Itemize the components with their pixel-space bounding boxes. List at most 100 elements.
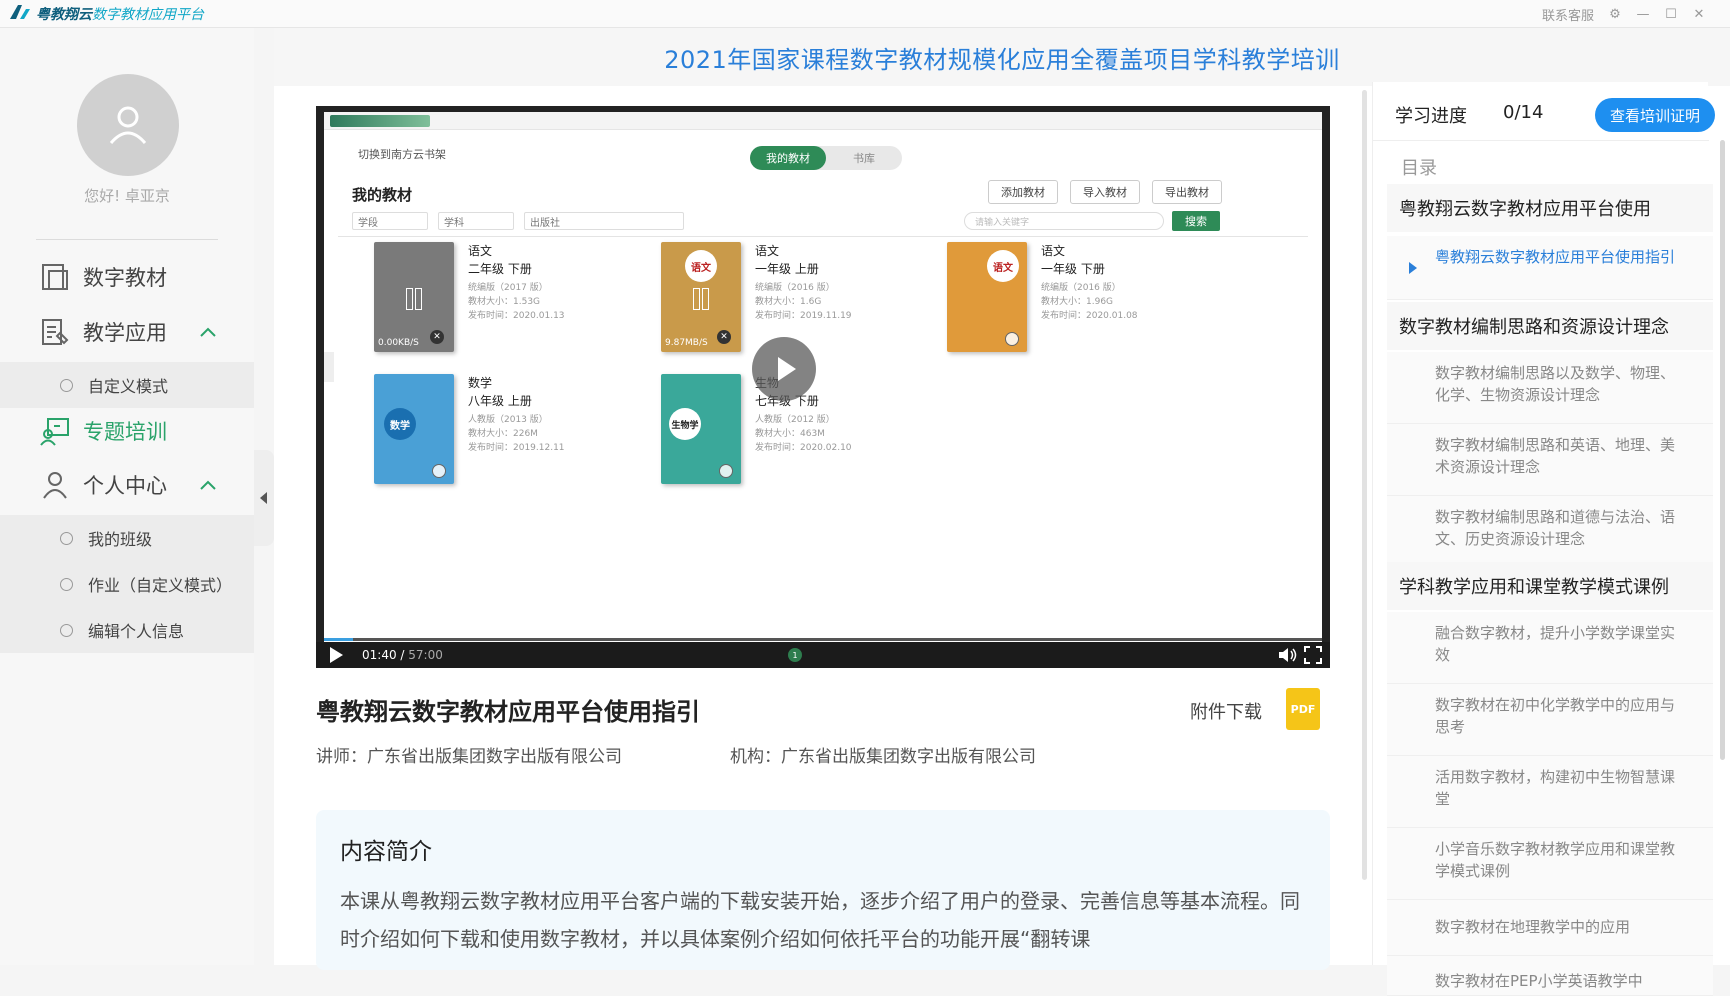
toc-lesson[interactable]: 数字教材在PEP小学英语教学中 (1387, 956, 1713, 996)
book-subject: 语文 (468, 244, 493, 258)
lecturer-text: 讲师：广东省出版集团数字出版有限公司 (316, 747, 622, 767)
app-name-main: 粤教翔云 (36, 7, 92, 23)
nav-label: 教学应用 (83, 321, 167, 345)
big-play-icon[interactable] (752, 337, 816, 401)
gear-icon[interactable]: ⚙ (1608, 7, 1622, 22)
trash-icon (432, 464, 446, 478)
sub-item-edit-profile[interactable]: 编辑个人信息 (0, 607, 254, 653)
current-time: 01:40 (362, 648, 397, 662)
toc-lesson-title: 数字教材编制思路和英语、地理、美术资源设计理念 (1435, 436, 1676, 476)
book-grade: 一年级 下册 (1041, 262, 1105, 276)
video-search-input: 请输入关键字 (964, 212, 1164, 230)
sub-label: 自定义模式 (88, 377, 169, 396)
right-panel: 学习进度 0/14 查看培训证明 目录 粤教翔云数字教材应用平台使用 粤教翔云数… (1372, 82, 1715, 996)
video-side-arrow (324, 352, 334, 382)
video-add-button: 添加教材 (988, 180, 1058, 204)
toc-lesson-title: 数字教材编制思路以及数学、物理、化学、生物资源设计理念 (1435, 364, 1676, 404)
sub-item-custom-mode[interactable]: 自定义模式 (0, 362, 254, 408)
pdf-icon[interactable]: PDF (1286, 688, 1320, 730)
video-import-button: 导入教材 (1070, 180, 1140, 204)
toc-lesson[interactable]: 数字教材在初中化学教学中的应用与思考 (1387, 684, 1713, 756)
toc-lesson[interactable]: 数字教材编制思路和英语、地理、美术资源设计理念 (1387, 424, 1713, 496)
book-cover: 生物学 (661, 374, 741, 484)
chevron-left-icon (260, 492, 267, 504)
book-cover: 0.00KB/S ✕ (374, 242, 454, 352)
nav-item-personal-center[interactable]: 个人中心 (0, 458, 254, 512)
trash-icon (1005, 332, 1019, 346)
video-book-card: 0.00KB/S ✕ 语文 二年级 下册 统编版（2017 版） 教材大小：1.… (374, 242, 674, 362)
toc-lesson[interactable]: 数字教材编制思路和道德与法治、语文、历史资源设计理念 (1387, 496, 1713, 568)
toc-lesson[interactable]: 数字教材在地理教学中的应用 (1387, 900, 1713, 956)
video-app-logo (330, 115, 430, 127)
toc-lesson-title: 数字教材编制思路和道德与法治、语文、历史资源设计理念 (1435, 508, 1676, 548)
circle-bullet-icon (60, 378, 73, 392)
toc-section[interactable]: 数字教材编制思路和资源设计理念 (1387, 302, 1713, 350)
book-grade: 一年级 上册 (755, 262, 819, 276)
attachment-download-link[interactable]: 附件下载 (1190, 698, 1262, 724)
maximize-icon[interactable]: ☐ (1664, 7, 1678, 22)
book-size: 教材大小：1.6G (755, 297, 822, 307)
title-bar: 粤教翔云数字教材应用平台 联系客服 ⚙ — ☐ ✕ (0, 0, 1730, 28)
video-frame: 切换到南方云书架 我的教材 书库 我的教材 添加教材 导入教材 导出教材 学段 … (324, 112, 1322, 642)
video-book-card: 数学 数学 八年级 上册 人教版（2013 版） 教材大小：226M 发布时间：… (374, 374, 674, 494)
book-date: 发布时间：2020.02.10 (755, 443, 852, 453)
toc-lesson[interactable]: 小学音乐数字教材教学应用和课堂教学模式课例 (1387, 828, 1713, 900)
video-switch-label: 切换到南方云书架 (358, 148, 446, 161)
book-subject: 语文 (1041, 244, 1066, 258)
close-icon: ✕ (717, 330, 731, 344)
video-progress-fill (324, 638, 353, 641)
intro-body: 本课从粤教翔云数字教材应用平台客户端的下载安装开始，逐步介绍了用户的登录、完善信… (340, 889, 1300, 951)
sidebar: 您好! 卓亚京 数字教材 教学应用 自定义模式 专题培训 个人中心 我的班级 作… (0, 28, 254, 965)
main-scrollbar[interactable] (1362, 90, 1367, 880)
volume-icon[interactable] (1278, 647, 1298, 663)
toc-section[interactable]: 粤教翔云数字教材应用平台使用 (1387, 184, 1713, 232)
minimize-icon[interactable]: — (1636, 7, 1650, 22)
book-edition: 人教版（2013 版） (468, 415, 548, 425)
sub-item-homework[interactable]: 作业（自定义模式） (0, 561, 254, 607)
toc-lesson[interactable]: 粤教翔云数字教材应用平台使用指引 (1387, 236, 1713, 300)
toc-lesson[interactable]: 融合数字教材，提升小学数学课堂实效 (1387, 612, 1713, 684)
chevron-up-icon[interactable] (198, 322, 218, 342)
nav-item-teaching-app[interactable]: 教学应用 (0, 305, 254, 359)
training-icon (38, 414, 72, 448)
sidebar-collapse-button[interactable] (254, 450, 274, 546)
toc-section[interactable]: 学科教学应用和课堂教学模式课例 (1387, 562, 1713, 610)
close-icon[interactable]: ✕ (1692, 7, 1706, 22)
video-filter-publisher: 出版社 (524, 212, 684, 230)
toc-lesson[interactable]: 数字教材编制思路以及数学、物理、化学、生物资源设计理念 (1387, 352, 1713, 424)
book-date: 发布时间：2020.01.13 (468, 311, 565, 321)
book-date: 发布时间：2019.12.11 (468, 443, 565, 453)
chevron-up-icon[interactable] (198, 475, 218, 495)
circle-bullet-icon (60, 531, 73, 545)
nav-item-special-training[interactable]: 专题培训 (0, 404, 254, 458)
chapter-marker[interactable]: 1 (788, 648, 802, 662)
book-size: 教材大小：463M (755, 429, 825, 439)
pause-icon (693, 288, 709, 310)
toc-lesson-title: 活用数字教材，构建初中生物智慧课堂 (1435, 768, 1676, 808)
video-tab-my-textbooks: 我的教材 (750, 146, 826, 170)
book-edition: 统编版（2016 版） (1041, 283, 1121, 293)
video-player[interactable]: 切换到南方云书架 我的教材 书库 我的教材 添加教材 导入教材 导出教材 学段 … (316, 106, 1330, 668)
page-title: 2021年国家课程数字教材规模化应用全覆盖项目学科教学培训 (664, 46, 1340, 74)
toc-lesson[interactable]: 活用数字教材，构建初中生物智慧课堂 (1387, 756, 1713, 828)
close-icon: ✕ (430, 330, 444, 344)
video-progress-track[interactable] (324, 638, 1322, 641)
book-cover-title: 生物学 (669, 408, 701, 440)
sub-label: 编辑个人信息 (88, 622, 185, 641)
play-arrow-icon (1409, 262, 1417, 274)
fullscreen-icon[interactable] (1304, 646, 1322, 664)
view-certificate-button[interactable]: 查看培训证明 (1595, 98, 1715, 132)
toc-lesson-title: 数字教材在初中化学教学中的应用与思考 (1435, 696, 1676, 736)
avatar[interactable] (77, 74, 179, 176)
download-speed: 9.87MB/S (665, 338, 708, 348)
play-icon[interactable] (330, 647, 343, 663)
toc-lesson-title: 融合数字教材，提升小学数学课堂实效 (1435, 624, 1676, 664)
circle-bullet-icon (60, 623, 73, 637)
progress-label: 学习进度 (1395, 106, 1467, 127)
video-controls (316, 642, 1330, 668)
toc-scrollbar[interactable] (1720, 140, 1725, 760)
sub-item-my-class[interactable]: 我的班级 (0, 515, 254, 561)
nav-item-digital-textbook[interactable]: 数字教材 (0, 250, 254, 304)
customer-service-link[interactable]: 联系客服 (1542, 5, 1594, 24)
video-tab-library: 书库 (853, 152, 875, 165)
